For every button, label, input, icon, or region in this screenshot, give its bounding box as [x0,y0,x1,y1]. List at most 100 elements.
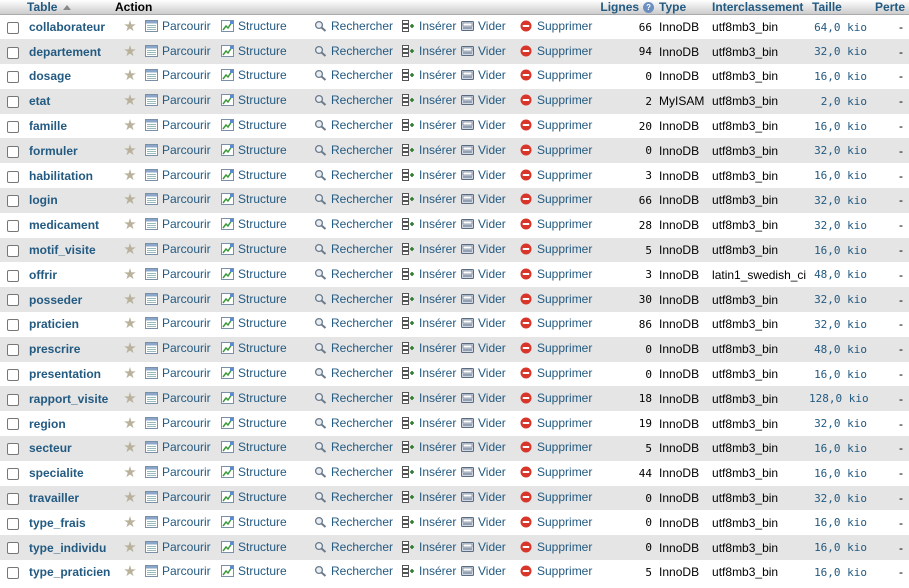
drop-link[interactable]: Supprimer [520,287,598,312]
star-icon[interactable]: ★ [123,563,136,580]
browse-link[interactable]: Parcourir [145,560,221,585]
search-link[interactable]: Rechercher [314,138,402,163]
table-name-link[interactable]: departement [27,39,115,64]
browse-link[interactable]: Parcourir [145,188,221,213]
empty-link[interactable]: Vider [461,262,520,287]
insert-link[interactable]: Insérer [402,560,461,585]
browse-link[interactable]: Parcourir [145,486,221,511]
table-size[interactable]: 32,0 kio [809,411,873,436]
insert-link[interactable]: Insérer [402,461,461,486]
search-link[interactable]: Rechercher [314,89,402,114]
empty-link[interactable]: Vider [461,486,520,511]
star-icon[interactable]: ★ [123,514,136,531]
drop-link[interactable]: Supprimer [520,213,598,238]
structure-link[interactable]: Structure [221,312,314,337]
drop-link[interactable]: Supprimer [520,262,598,287]
header-taille-label[interactable]: Taille [812,0,842,14]
table-name-link[interactable]: prescrire [27,337,115,362]
table-size[interactable]: 48,0 kio [809,337,873,362]
structure-link[interactable]: Structure [221,213,314,238]
empty-link[interactable]: Vider [461,89,520,114]
browse-link[interactable]: Parcourir [145,39,221,64]
search-link[interactable]: Rechercher [314,188,402,213]
structure-link[interactable]: Structure [221,15,314,40]
browse-link[interactable]: Parcourir [145,15,221,40]
row-checkbox[interactable] [7,418,19,431]
browse-link[interactable]: Parcourir [145,411,221,436]
insert-link[interactable]: Insérer [402,213,461,238]
empty-link[interactable]: Vider [461,411,520,436]
search-link[interactable]: Rechercher [314,510,402,535]
structure-link[interactable]: Structure [221,64,314,89]
table-size[interactable]: 16,0 kio [809,510,873,535]
star-icon[interactable]: ★ [123,18,136,35]
table-size[interactable]: 16,0 kio [809,114,873,139]
empty-link[interactable]: Vider [461,461,520,486]
table-size[interactable]: 32,0 kio [809,486,873,511]
table-size[interactable]: 32,0 kio [809,312,873,337]
table-name-link[interactable]: type_frais [27,510,115,535]
search-link[interactable]: Rechercher [314,486,402,511]
empty-link[interactable]: Vider [461,64,520,89]
row-checkbox[interactable] [7,145,19,158]
star-icon[interactable]: ★ [123,489,136,506]
table-name-link[interactable]: praticien [27,312,115,337]
star-icon[interactable]: ★ [123,43,136,60]
drop-link[interactable]: Supprimer [520,89,598,114]
star-icon[interactable]: ★ [123,241,136,258]
browse-link[interactable]: Parcourir [145,461,221,486]
star-icon[interactable]: ★ [123,216,136,233]
empty-link[interactable]: Vider [461,337,520,362]
star-icon[interactable]: ★ [123,315,136,332]
star-icon[interactable]: ★ [123,390,136,407]
table-size[interactable]: 128,0 kio [809,386,873,411]
drop-link[interactable]: Supprimer [520,39,598,64]
empty-link[interactable]: Vider [461,39,520,64]
search-link[interactable]: Rechercher [314,163,402,188]
drop-link[interactable]: Supprimer [520,411,598,436]
table-size[interactable]: 16,0 kio [809,362,873,387]
table-size[interactable]: 16,0 kio [809,238,873,263]
search-link[interactable]: Rechercher [314,312,402,337]
search-link[interactable]: Rechercher [314,238,402,263]
insert-link[interactable]: Insérer [402,114,461,139]
table-name-link[interactable]: offrir [27,262,115,287]
row-checkbox[interactable] [7,567,19,580]
insert-link[interactable]: Insérer [402,486,461,511]
table-size[interactable]: 32,0 kio [809,138,873,163]
star-icon[interactable]: ★ [123,117,136,134]
search-link[interactable]: Rechercher [314,213,402,238]
row-checkbox[interactable] [7,344,19,357]
empty-link[interactable]: Vider [461,510,520,535]
star-icon[interactable]: ★ [123,266,136,283]
structure-link[interactable]: Structure [221,262,314,287]
browse-link[interactable]: Parcourir [145,510,221,535]
structure-link[interactable]: Structure [221,486,314,511]
drop-link[interactable]: Supprimer [520,535,598,560]
drop-link[interactable]: Supprimer [520,461,598,486]
browse-link[interactable]: Parcourir [145,287,221,312]
structure-link[interactable]: Structure [221,510,314,535]
table-size[interactable]: 48,0 kio [809,262,873,287]
table-name-link[interactable]: formuler [27,138,115,163]
insert-link[interactable]: Insérer [402,362,461,387]
header-lignes[interactable]: Lignes? [598,0,657,15]
empty-link[interactable]: Vider [461,312,520,337]
search-link[interactable]: Rechercher [314,39,402,64]
browse-link[interactable]: Parcourir [145,362,221,387]
empty-link[interactable]: Vider [461,287,520,312]
empty-link[interactable]: Vider [461,238,520,263]
insert-link[interactable]: Insérer [402,89,461,114]
table-name-link[interactable]: posseder [27,287,115,312]
table-size[interactable]: 16,0 kio [809,163,873,188]
empty-link[interactable]: Vider [461,386,520,411]
insert-link[interactable]: Insérer [402,39,461,64]
browse-link[interactable]: Parcourir [145,64,221,89]
insert-link[interactable]: Insérer [402,411,461,436]
row-checkbox[interactable] [7,368,19,381]
star-icon[interactable]: ★ [123,415,136,432]
row-checkbox[interactable] [7,220,19,233]
table-name-link[interactable]: secteur [27,436,115,461]
insert-link[interactable]: Insérer [402,262,461,287]
browse-link[interactable]: Parcourir [145,238,221,263]
